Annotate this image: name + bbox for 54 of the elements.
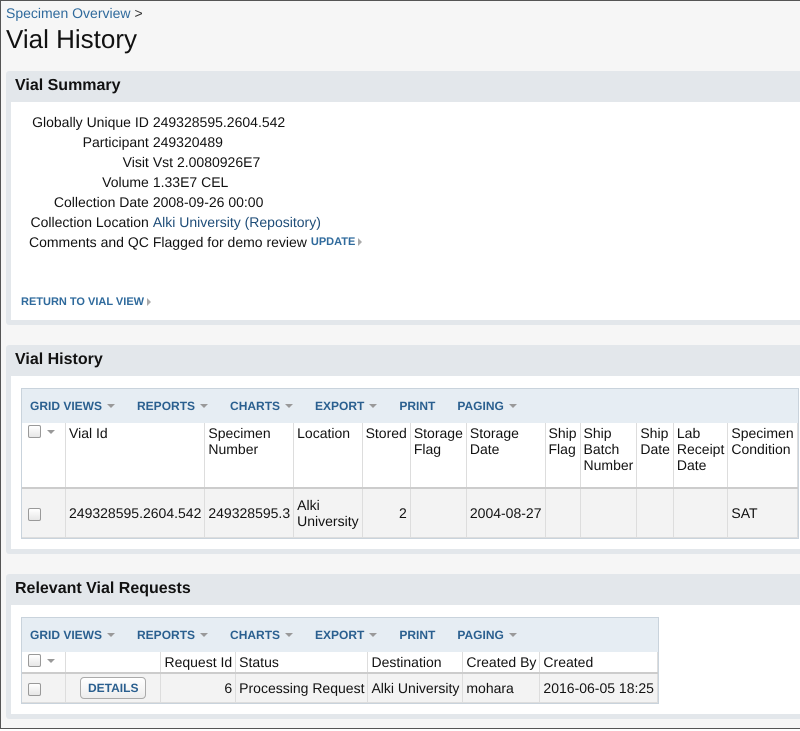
page-title: Vial History xyxy=(6,23,138,55)
panel-title: Vial History xyxy=(14,350,104,370)
toolbar-menu[interactable]: PAGING xyxy=(457,399,517,413)
caret-icon[interactable] xyxy=(47,658,55,662)
field-label: Globally Unique ID xyxy=(31,114,149,130)
toolbar-menu[interactable]: PRINT xyxy=(399,628,436,642)
update-link[interactable]: UPDATE xyxy=(310,236,356,248)
field-value: 249328595.2604.542 xyxy=(152,114,286,130)
field-value: Flagged for demo review xyxy=(152,234,307,250)
breadcrumb-separator: > xyxy=(134,5,143,21)
field-label: Volume xyxy=(101,174,149,190)
checkbox[interactable] xyxy=(28,425,41,438)
toolbar-menu[interactable]: GRID VIEWS xyxy=(30,628,116,642)
toolbar-menu[interactable]: EXPORT xyxy=(315,399,378,413)
checkbox[interactable] xyxy=(28,508,41,521)
field-link[interactable]: Alki University (Repository) xyxy=(152,214,321,230)
toolbar-menu[interactable]: GRID VIEWS xyxy=(30,399,116,413)
table-cell: 2016-06-05 18:25 xyxy=(540,673,658,702)
toolbar-menu[interactable]: CHARTS xyxy=(230,399,294,413)
field-label: Visit xyxy=(122,154,149,170)
toolbar-menu[interactable]: CHARTS xyxy=(230,628,294,642)
toolbar-menu[interactable]: REPORTS xyxy=(137,399,208,413)
checkbox[interactable] xyxy=(28,654,41,667)
caret-icon[interactable] xyxy=(47,430,55,434)
table-cell: mohara xyxy=(462,673,540,702)
field-label: Participant xyxy=(82,134,149,150)
toolbar-menu[interactable]: EXPORT xyxy=(315,628,378,642)
table-cell: Alki University xyxy=(368,673,463,702)
field-value: 249320489 xyxy=(152,134,223,150)
field-label: Collection Date xyxy=(52,194,149,210)
table-cell: 2 xyxy=(362,488,410,538)
field-label: Comments and QC xyxy=(29,234,149,250)
table-cell: 249328595.3 xyxy=(204,488,294,538)
checkbox[interactable] xyxy=(28,682,41,696)
table-cell: Processing Request xyxy=(236,673,368,702)
breadcrumb-link[interactable]: Specimen Overview xyxy=(6,5,130,21)
arrow-icon xyxy=(358,238,362,246)
field-value: 2008-09-26 00:00 xyxy=(152,194,264,210)
return-link[interactable]: RETURN TO VIAL VIEW xyxy=(21,296,144,308)
arrow-icon xyxy=(147,298,152,306)
table-cell: Alki University xyxy=(294,488,362,538)
table-cell: 2004-08-27 xyxy=(466,488,545,538)
toolbar-menu[interactable]: PRINT xyxy=(399,399,436,413)
panel-title: Vial Summary xyxy=(14,76,122,96)
toolbar-menu[interactable]: REPORTS xyxy=(137,628,208,642)
toolbar-menu[interactable]: PAGING xyxy=(457,628,517,642)
table-cell: SAT xyxy=(728,488,798,538)
details-button[interactable]: DETAILS xyxy=(80,677,146,699)
table-cell: 6 xyxy=(160,673,236,702)
field-value: 1.33E7 CEL xyxy=(152,174,228,190)
panel-title: Relevant Vial Requests xyxy=(14,579,192,599)
field-value: Vst 2.0080926E7 xyxy=(152,154,260,170)
field-label: Collection Location xyxy=(30,214,149,230)
table-cell: 249328595.2604.542 xyxy=(66,488,205,538)
